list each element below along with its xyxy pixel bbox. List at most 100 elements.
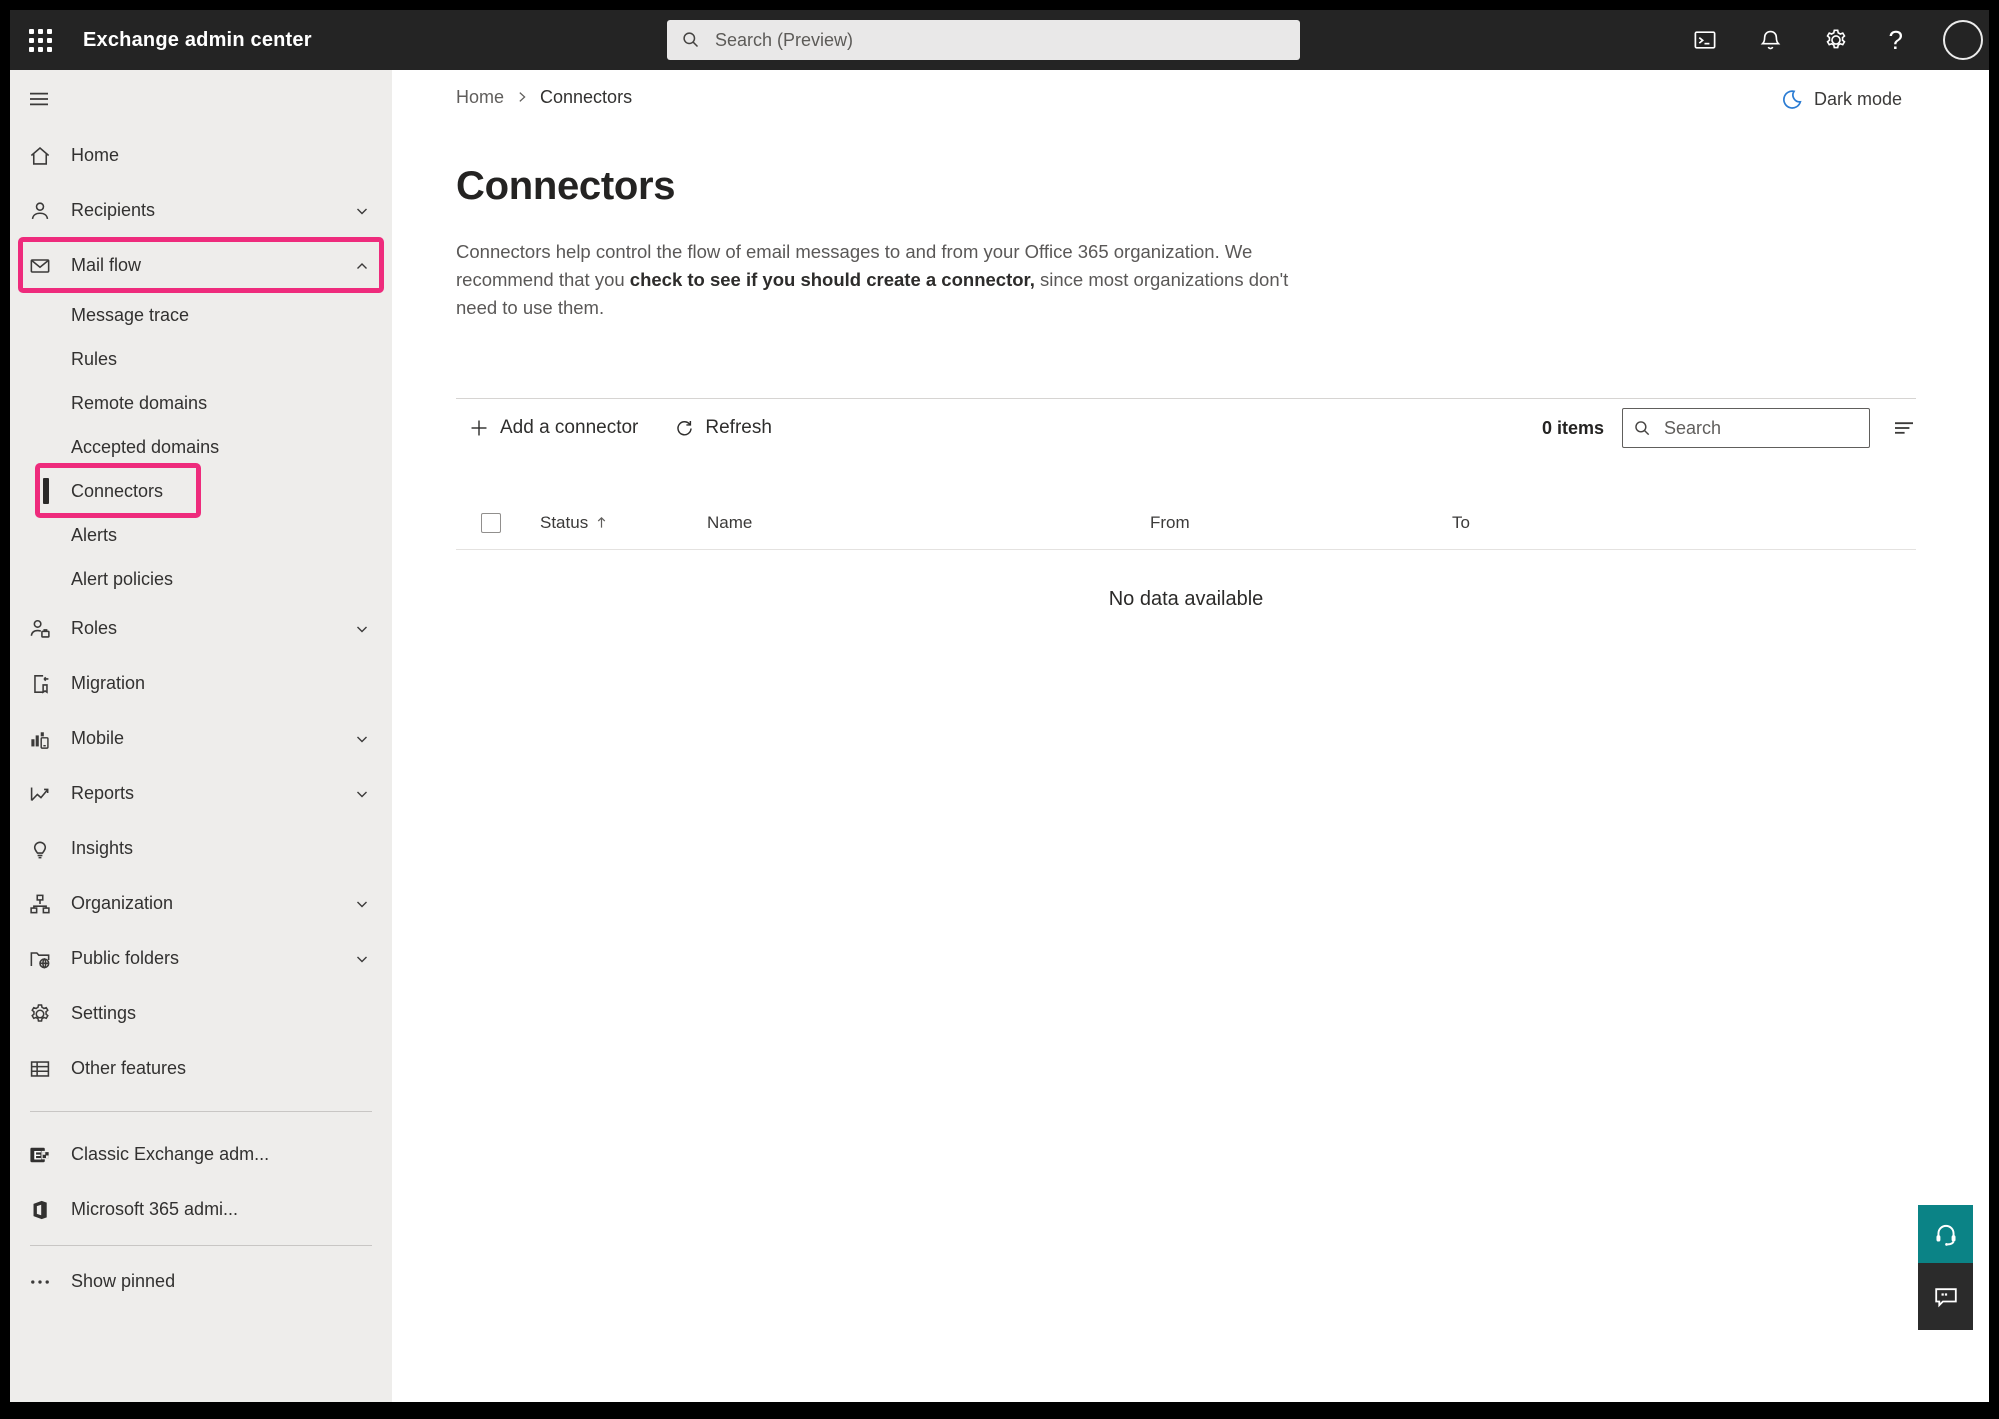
sidebar-item-label: Home: [71, 145, 119, 166]
empty-state-message: No data available: [456, 588, 1916, 611]
sort-lines-icon: [1892, 416, 1916, 440]
search-icon: [681, 30, 701, 50]
sidebar-item-m365-admin[interactable]: Microsoft 365 admi...: [10, 1182, 392, 1237]
headset-icon: [1932, 1220, 1960, 1248]
chevron-down-icon: [354, 896, 370, 912]
sidebar-divider: [30, 1111, 372, 1112]
sidebar-item-label: Other features: [71, 1058, 186, 1079]
svg-text:E: E: [34, 1148, 42, 1162]
feedback-button[interactable]: [1918, 1263, 1973, 1330]
migration-document-icon: [28, 672, 52, 696]
gear-icon[interactable]: [1823, 27, 1849, 53]
column-header-to[interactable]: To: [1452, 513, 1470, 533]
dark-mode-toggle[interactable]: Dark mode: [1780, 88, 1902, 111]
sidebar-item-label: Alerts: [71, 525, 117, 546]
items-count-badge: 0 items: [1542, 418, 1604, 439]
sidebar-divider: [30, 1245, 372, 1246]
app-title: Exchange admin center: [83, 29, 312, 52]
person-icon: [28, 199, 52, 223]
selected-indicator-bar: [43, 478, 49, 504]
sidebar-item-classic-exchange[interactable]: E Classic Exchange adm...: [10, 1127, 392, 1182]
list-search-box[interactable]: [1622, 408, 1870, 448]
microsoft-365-logo-icon: [28, 1198, 52, 1222]
sidebar-item-label: Connectors: [71, 481, 163, 502]
chevron-down-icon: [354, 203, 370, 219]
sidebar-item-settings[interactable]: Settings: [10, 986, 392, 1041]
sidebar-item-label: Microsoft 365 admi...: [71, 1199, 238, 1220]
hamburger-menu-icon[interactable]: [27, 87, 51, 111]
description-line2-pre: recommend that you: [456, 269, 630, 290]
person-roles-icon: [28, 617, 52, 641]
sidebar-item-organization[interactable]: Organization: [10, 876, 392, 931]
classic-exchange-logo-icon: E: [28, 1143, 52, 1167]
list-search-input[interactable]: [1662, 417, 1859, 440]
sidebar-item-label: Show pinned: [71, 1271, 175, 1292]
description-line2-post: since most organizations don't: [1035, 269, 1288, 290]
chevron-down-icon: [354, 621, 370, 637]
sort-filter-button[interactable]: [1892, 416, 1916, 440]
sidebar-item-migration[interactable]: Migration: [10, 656, 392, 711]
notifications-bell-icon[interactable]: [1758, 28, 1783, 53]
sidebar-item-public-folders[interactable]: Public folders: [10, 931, 392, 986]
lightbulb-icon: [28, 837, 52, 861]
sidebar-item-label: Alert policies: [71, 569, 173, 590]
sidebar-item-show-pinned[interactable]: Show pinned: [10, 1254, 392, 1309]
feedback-bubble-icon: [1932, 1283, 1960, 1311]
column-header-from[interactable]: From: [1150, 513, 1190, 533]
org-chart-icon: [28, 892, 52, 916]
help-icon[interactable]: ?: [1889, 27, 1903, 53]
table-grid-icon: [28, 1057, 52, 1081]
line-chart-icon: [28, 782, 52, 806]
sidebar-item-insights[interactable]: Insights: [10, 821, 392, 876]
global-search-box[interactable]: [667, 20, 1300, 60]
sidebar-item-accepted-domains[interactable]: Accepted domains: [10, 425, 392, 469]
sidebar-item-label: Classic Exchange adm...: [71, 1144, 269, 1165]
sidebar-item-mobile[interactable]: Mobile: [10, 711, 392, 766]
topbar-icons: ?: [1692, 10, 1983, 70]
sidebar-item-label: Migration: [71, 673, 145, 694]
sidebar-item-label: Rules: [71, 349, 117, 370]
select-all-checkbox[interactable]: [481, 513, 501, 533]
main-layout: Home Recipients Mail flow: [10, 70, 1989, 1402]
sidebar-item-remote-domains[interactable]: Remote domains: [10, 381, 392, 425]
sidebar-item-label: Mobile: [71, 728, 124, 749]
cloud-shell-icon[interactable]: [1692, 27, 1718, 53]
global-search-input[interactable]: [713, 29, 1286, 52]
sidebar-item-home[interactable]: Home: [10, 128, 392, 183]
gear-icon: [28, 1002, 52, 1026]
table-header-row: Status Name From To: [456, 496, 1916, 550]
sidebar-item-label: Insights: [71, 838, 133, 859]
sidebar-item-connectors[interactable]: Connectors: [10, 469, 392, 513]
column-header-status[interactable]: Status: [540, 513, 609, 533]
sidebar-item-message-trace[interactable]: Message trace: [10, 293, 392, 337]
sidebar-item-alert-policies[interactable]: Alert policies: [10, 557, 392, 601]
sidebar-item-rules[interactable]: Rules: [10, 337, 392, 381]
dark-mode-label: Dark mode: [1814, 89, 1902, 110]
list-toolbar: Add a connector Refresh 0 items: [456, 399, 1916, 457]
add-connector-button[interactable]: Add a connector: [468, 417, 638, 439]
account-avatar[interactable]: [1943, 20, 1983, 60]
sidebar-item-reports[interactable]: Reports: [10, 766, 392, 821]
refresh-button[interactable]: Refresh: [674, 417, 772, 439]
sidebar-item-roles[interactable]: Roles: [10, 601, 392, 656]
breadcrumb-chevron-icon: [515, 90, 529, 104]
sidebar-item-recipients[interactable]: Recipients: [10, 183, 392, 238]
column-header-name[interactable]: Name: [707, 513, 752, 533]
sidebar-item-alerts[interactable]: Alerts: [10, 513, 392, 557]
page-description: Connectors help control the flow of emai…: [456, 238, 1356, 322]
content-area: Home Connectors Dark mode Connectors Con…: [392, 70, 1989, 1402]
topbar: Exchange admin center: [10, 10, 1989, 70]
column-label-status: Status: [540, 513, 588, 533]
sidebar-item-other-features[interactable]: Other features: [10, 1041, 392, 1096]
breadcrumb-home-link[interactable]: Home: [456, 87, 504, 108]
add-connector-label: Add a connector: [500, 417, 638, 439]
sidebar-nav: Home Recipients Mail flow: [10, 70, 392, 1402]
sort-ascending-arrow-icon: [594, 515, 609, 530]
sidebar-item-mail-flow[interactable]: Mail flow: [10, 238, 392, 293]
plus-icon: [468, 417, 490, 439]
description-line1: Connectors help control the flow of emai…: [456, 241, 1252, 262]
sidebar-item-label: Organization: [71, 893, 173, 914]
app-launcher-icon[interactable]: [27, 27, 53, 53]
sidebar-item-label: Reports: [71, 783, 134, 804]
support-button[interactable]: [1918, 1205, 1973, 1263]
